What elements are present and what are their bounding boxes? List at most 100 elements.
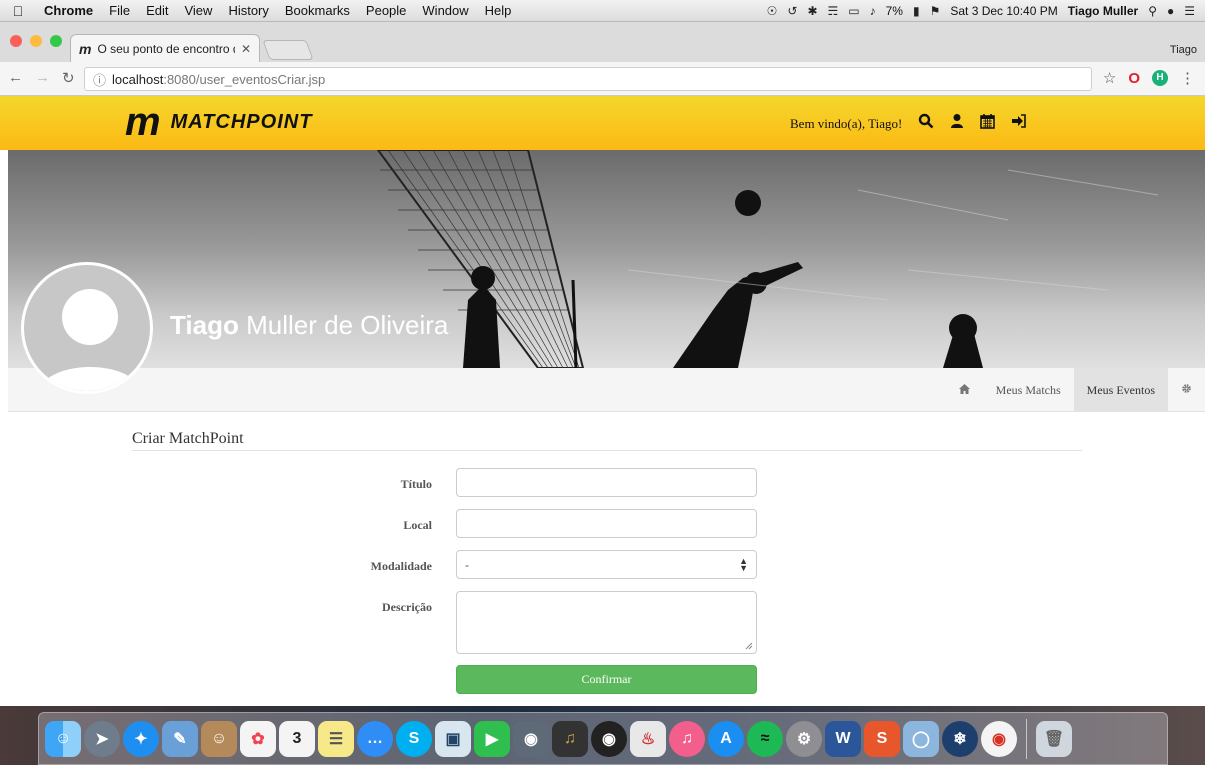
airplay-icon[interactable]: ▭	[848, 4, 859, 18]
finder-icon[interactable]: ☺	[45, 720, 81, 757]
virtualbox-icon[interactable]: ◯	[903, 720, 939, 757]
notes-icon[interactable]: ☰	[318, 720, 354, 757]
browser-toolbar: ← → ↻ ⓘ localhost:8080/user_eventosCriar…	[0, 62, 1205, 96]
image-capture-icon[interactable]: ▣	[435, 720, 471, 757]
sourcetree-icon[interactable]: ❄	[942, 720, 978, 757]
safari-icon[interactable]: ✦	[123, 720, 159, 757]
address-bar[interactable]: ⓘ localhost:8080/user_eventosCriar.jsp	[84, 67, 1092, 91]
profile-first-name: Tiago	[170, 310, 239, 340]
time-machine-icon[interactable]: ↺	[787, 4, 797, 18]
info-icon[interactable]: ⓘ	[93, 70, 106, 89]
menu-window[interactable]: Window	[414, 3, 476, 18]
garageband-icon[interactable]: ♫	[552, 720, 588, 757]
menu-view[interactable]: View	[176, 3, 220, 18]
word-icon[interactable]: W	[825, 720, 861, 757]
battery-icon[interactable]: ▮	[913, 4, 920, 18]
disk-utility-icon[interactable]: ◉	[513, 720, 549, 757]
flag-icon[interactable]: ⚑	[930, 4, 941, 18]
launchpad-icon[interactable]: ➤	[84, 720, 120, 757]
subnav-meus-matchs[interactable]: Meus Matchs	[983, 368, 1074, 412]
resize-handle-icon[interactable]	[745, 642, 753, 650]
opera-extension-icon[interactable]: O	[1128, 70, 1140, 87]
menu-file[interactable]: File	[101, 3, 138, 18]
search-icon[interactable]	[918, 113, 934, 134]
subnav-settings[interactable]	[1168, 368, 1205, 412]
popcorn-time-icon[interactable]: ♨	[630, 720, 666, 757]
logo-text: MATCHPOINT	[170, 110, 313, 133]
facetime-icon[interactable]: ▶	[474, 720, 510, 757]
photo-booth-icon[interactable]: ◉	[591, 720, 627, 757]
browser-tab[interactable]: m O seu ponto de encontro dos e ✕	[70, 34, 260, 62]
descricao-textarea[interactable]	[456, 591, 757, 654]
window-controls	[10, 35, 62, 47]
bookmark-star-icon[interactable]: ☆	[1103, 69, 1116, 87]
profile-subnav: Meus Matchs Meus Eventos	[8, 368, 1205, 412]
menu-edit[interactable]: Edit	[138, 3, 176, 18]
form-title: Criar MatchPoint	[132, 430, 244, 447]
globe-icon[interactable]: ☉	[767, 4, 778, 18]
modalidade-select[interactable]: - ▲ ▼	[456, 550, 757, 579]
extension-icon[interactable]: H	[1152, 70, 1168, 86]
contacts-icon[interactable]: ☺	[201, 720, 237, 757]
preview-icon[interactable]: ✎	[162, 720, 198, 757]
app-store-icon[interactable]: A	[708, 720, 744, 757]
home-icon	[958, 383, 970, 398]
volume-icon[interactable]: ♪	[870, 4, 876, 18]
chrome-icon[interactable]: ◉	[981, 720, 1017, 757]
back-icon[interactable]: ←	[8, 69, 23, 87]
local-label: Local	[403, 518, 432, 532]
apple-icon[interactable]: 	[0, 3, 36, 19]
user-icon[interactable]	[950, 113, 964, 134]
confirmar-button[interactable]: Confirmar	[456, 665, 757, 694]
tab-title: O seu ponto de encontro dos e	[97, 41, 234, 56]
system-preferences-icon[interactable]: ⚙	[786, 720, 822, 757]
sign-out-icon[interactable]	[1011, 114, 1027, 133]
minimize-window-icon[interactable]	[30, 35, 42, 47]
subnav-meus-eventos[interactable]: Meus Eventos	[1073, 368, 1168, 412]
notifications-icon[interactable]: ☰	[1184, 4, 1195, 18]
titulo-label: Título	[400, 477, 432, 491]
spotify-icon[interactable]: ≈	[747, 720, 783, 757]
spotlight-icon[interactable]: ⚲	[1148, 4, 1157, 18]
skype-icon[interactable]: S	[396, 720, 432, 757]
profile-name-heading: Tiago Muller de Oliveira	[170, 310, 448, 341]
close-window-icon[interactable]	[10, 35, 22, 47]
select-arrows-icon: ▲ ▼	[739, 555, 748, 573]
close-tab-icon[interactable]: ✕	[241, 42, 251, 56]
local-input[interactable]	[456, 509, 757, 538]
toolbar-icons: ☆ O H ⋮	[1103, 69, 1195, 88]
zoom-window-icon[interactable]	[50, 35, 62, 47]
chrome-menu-icon[interactable]: ⋮	[1180, 69, 1195, 87]
profile-name[interactable]: Tiago	[1170, 44, 1197, 56]
menu-help[interactable]: Help	[477, 3, 520, 18]
wifi-icon[interactable]: ☴	[828, 4, 839, 18]
form-title-divider	[132, 450, 1082, 451]
titulo-input[interactable]	[456, 468, 757, 497]
messages-icon[interactable]: …	[357, 720, 393, 757]
welcome-text: Bem vindo(a), Tiago!	[790, 115, 903, 131]
menu-bookmarks[interactable]: Bookmarks	[277, 3, 358, 18]
forward-icon[interactable]: →	[35, 69, 50, 87]
itunes-icon[interactable]: ♫	[669, 720, 705, 757]
reload-icon[interactable]: ↻	[62, 69, 75, 87]
menu-history[interactable]: History	[220, 3, 276, 18]
sublime-icon[interactable]: S	[864, 720, 900, 757]
menu-people[interactable]: People	[358, 3, 414, 18]
siri-icon[interactable]: ●	[1167, 4, 1174, 18]
avatar	[21, 262, 153, 394]
photos-icon[interactable]: ✿	[240, 720, 276, 757]
profile-last-name: Muller de Oliveira	[246, 310, 449, 340]
modalidade-selected-value: -	[465, 557, 469, 572]
clock[interactable]: Sat 3 Dec 10:40 PM	[950, 4, 1057, 18]
site-header: m MATCHPOINT Bem vindo(a), Tiago!	[0, 96, 1205, 150]
user-menu[interactable]: Tiago Muller	[1068, 4, 1138, 18]
calendar-icon[interactable]	[980, 113, 996, 134]
trash-icon[interactable]: 🗑	[1036, 720, 1072, 757]
calendar-app-icon[interactable]: 3	[279, 720, 315, 757]
subnav-home[interactable]	[946, 368, 983, 412]
new-tab-button[interactable]	[262, 40, 314, 60]
site-logo[interactable]: m MATCHPOINT	[125, 102, 313, 142]
bluetooth-icon[interactable]: ✱	[807, 4, 817, 18]
menu-app-name[interactable]: Chrome	[36, 3, 101, 18]
battery-percent[interactable]: 7%	[886, 4, 903, 18]
